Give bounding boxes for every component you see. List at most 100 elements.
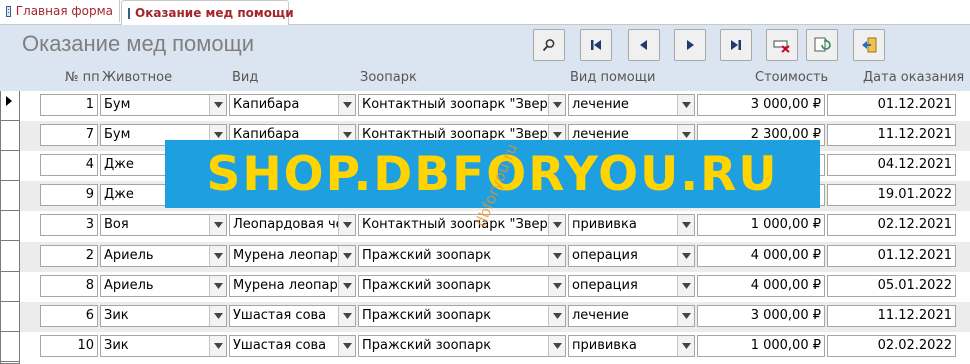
record-selector[interactable] bbox=[0, 271, 20, 272]
cost-field[interactable]: 3 000,00 ₽ bbox=[697, 94, 825, 116]
aid-type-combobox[interactable]: прививка bbox=[568, 214, 695, 236]
date-field[interactable]: 02.12.2021 bbox=[827, 214, 956, 236]
record-selector[interactable] bbox=[0, 301, 20, 302]
chevron-down-icon[interactable] bbox=[338, 215, 355, 235]
chevron-down-icon[interactable] bbox=[677, 95, 694, 115]
record-number-field[interactable]: 1 bbox=[40, 94, 98, 116]
chevron-down-icon[interactable] bbox=[209, 336, 226, 356]
animal-combobox[interactable]: Зик bbox=[100, 335, 227, 357]
tab-label: Оказание мед помощи bbox=[135, 6, 294, 20]
close-form-button[interactable] bbox=[853, 29, 885, 61]
chevron-down-icon[interactable] bbox=[548, 95, 565, 115]
chevron-down-icon[interactable] bbox=[338, 246, 355, 266]
field-value: Воя bbox=[104, 217, 129, 232]
column-header-number: № пп bbox=[65, 70, 100, 85]
zoo-combobox[interactable]: Пражский зоопарк bbox=[358, 245, 566, 267]
chevron-down-icon[interactable] bbox=[338, 336, 355, 356]
chevron-down-icon[interactable] bbox=[677, 215, 694, 235]
zoo-combobox[interactable]: Пражский зоопарк bbox=[358, 335, 566, 357]
record-number-field[interactable]: 10 bbox=[40, 335, 98, 357]
species-combobox[interactable]: Мурена леопард bbox=[229, 275, 356, 297]
cost-field[interactable]: 3 000,00 ₽ bbox=[697, 305, 825, 327]
date-field[interactable]: 01.12.2021 bbox=[827, 94, 956, 116]
aid-type-combobox[interactable]: лечение bbox=[568, 94, 695, 116]
chevron-down-icon[interactable] bbox=[209, 215, 226, 235]
chevron-down-icon[interactable] bbox=[548, 306, 565, 326]
tab-main-form[interactable]: Главная форма bbox=[0, 0, 120, 22]
chevron-down-icon[interactable] bbox=[548, 336, 565, 356]
animal-combobox[interactable]: Ариель bbox=[100, 275, 227, 297]
record-selector-strip[interactable] bbox=[0, 91, 20, 364]
chevron-down-icon[interactable] bbox=[548, 246, 565, 266]
column-header-date: Дата оказания bbox=[863, 70, 965, 85]
cost-field[interactable]: 1 000,00 ₽ bbox=[697, 214, 825, 236]
date-field[interactable]: 11.12.2021 bbox=[827, 124, 956, 146]
record-number-field[interactable]: 8 bbox=[40, 275, 98, 297]
document-tab-strip: Главная форма Оказание мед помощи bbox=[0, 0, 970, 25]
previous-record-button[interactable] bbox=[628, 29, 660, 61]
column-header-cost: Стоимость bbox=[755, 70, 829, 85]
record-selector[interactable] bbox=[0, 150, 20, 151]
delete-record-button[interactable] bbox=[766, 29, 798, 61]
animal-combobox[interactable]: Зик bbox=[100, 305, 227, 327]
record-number-field[interactable]: 6 bbox=[40, 305, 98, 327]
chevron-down-icon[interactable] bbox=[338, 95, 355, 115]
chevron-down-icon[interactable] bbox=[548, 215, 565, 235]
chevron-down-icon[interactable] bbox=[209, 306, 226, 326]
zoo-combobox[interactable]: Пражский зоопарк bbox=[358, 305, 566, 327]
date-field[interactable]: 02.02.2022 bbox=[827, 335, 956, 357]
last-record-button[interactable] bbox=[720, 29, 752, 61]
record-selector[interactable] bbox=[0, 240, 20, 241]
record-selector[interactable] bbox=[0, 361, 20, 362]
first-record-button[interactable] bbox=[580, 29, 612, 61]
chevron-down-icon[interactable] bbox=[209, 246, 226, 266]
search-button[interactable] bbox=[533, 29, 565, 61]
zoo-combobox[interactable]: Контактный зоопарк "Звероп bbox=[358, 214, 566, 236]
chevron-down-icon[interactable] bbox=[209, 95, 226, 115]
form-header: Оказание мед помощи № пп Животное Вид Зо… bbox=[0, 25, 970, 91]
date-field[interactable]: 01.12.2021 bbox=[827, 245, 956, 267]
cost-field[interactable]: 4 000,00 ₽ bbox=[697, 275, 825, 297]
record-number-field[interactable]: 4 bbox=[40, 154, 98, 176]
next-record-button[interactable] bbox=[674, 29, 706, 61]
chevron-down-icon[interactable] bbox=[677, 336, 694, 356]
chevron-down-icon[interactable] bbox=[209, 276, 226, 296]
chevron-down-icon[interactable] bbox=[677, 306, 694, 326]
species-combobox[interactable]: Капибара bbox=[229, 94, 356, 116]
form-icon bbox=[128, 7, 130, 19]
aid-type-combobox[interactable]: операция bbox=[568, 275, 695, 297]
zoo-combobox[interactable]: Пражский зоопарк bbox=[358, 275, 566, 297]
cost-field[interactable]: 1 000,00 ₽ bbox=[697, 335, 825, 357]
record-selector[interactable] bbox=[0, 120, 20, 121]
record-number-field[interactable]: 3 bbox=[40, 214, 98, 236]
chevron-down-icon[interactable] bbox=[338, 306, 355, 326]
record-number-field[interactable]: 2 bbox=[40, 245, 98, 267]
species-combobox[interactable]: Мурена леопард bbox=[229, 245, 356, 267]
tab-medical-aid[interactable]: Оказание мед помощи bbox=[121, 0, 294, 25]
field-value: Ариель bbox=[104, 278, 154, 293]
aid-type-combobox[interactable]: лечение bbox=[568, 305, 695, 327]
date-field[interactable]: 19.01.2022 bbox=[827, 184, 956, 206]
animal-combobox[interactable]: Бум bbox=[100, 94, 227, 116]
record-selector[interactable] bbox=[0, 180, 20, 181]
species-combobox[interactable]: Ушастая сова bbox=[229, 335, 356, 357]
record-selector[interactable] bbox=[0, 210, 20, 211]
animal-combobox[interactable]: Воя bbox=[100, 214, 227, 236]
species-combobox[interactable]: Леопардовая чер bbox=[229, 214, 356, 236]
date-field[interactable]: 04.12.2021 bbox=[827, 154, 956, 176]
chevron-down-icon[interactable] bbox=[677, 246, 694, 266]
aid-type-combobox[interactable]: прививка bbox=[568, 335, 695, 357]
date-field[interactable]: 11.12.2021 bbox=[827, 305, 956, 327]
chevron-down-icon[interactable] bbox=[338, 276, 355, 296]
chevron-down-icon[interactable] bbox=[548, 276, 565, 296]
record-number-field[interactable]: 9 bbox=[40, 184, 98, 206]
cost-field[interactable]: 4 000,00 ₽ bbox=[697, 245, 825, 267]
chevron-down-icon[interactable] bbox=[677, 276, 694, 296]
refresh-button[interactable] bbox=[806, 29, 838, 61]
aid-type-combobox[interactable]: операция bbox=[568, 245, 695, 267]
record-selector[interactable] bbox=[0, 331, 20, 332]
animal-combobox[interactable]: Ариель bbox=[100, 245, 227, 267]
record-number-field[interactable]: 7 bbox=[40, 124, 98, 146]
species-combobox[interactable]: Ушастая сова bbox=[229, 305, 356, 327]
date-field[interactable]: 05.01.2022 bbox=[827, 275, 956, 297]
